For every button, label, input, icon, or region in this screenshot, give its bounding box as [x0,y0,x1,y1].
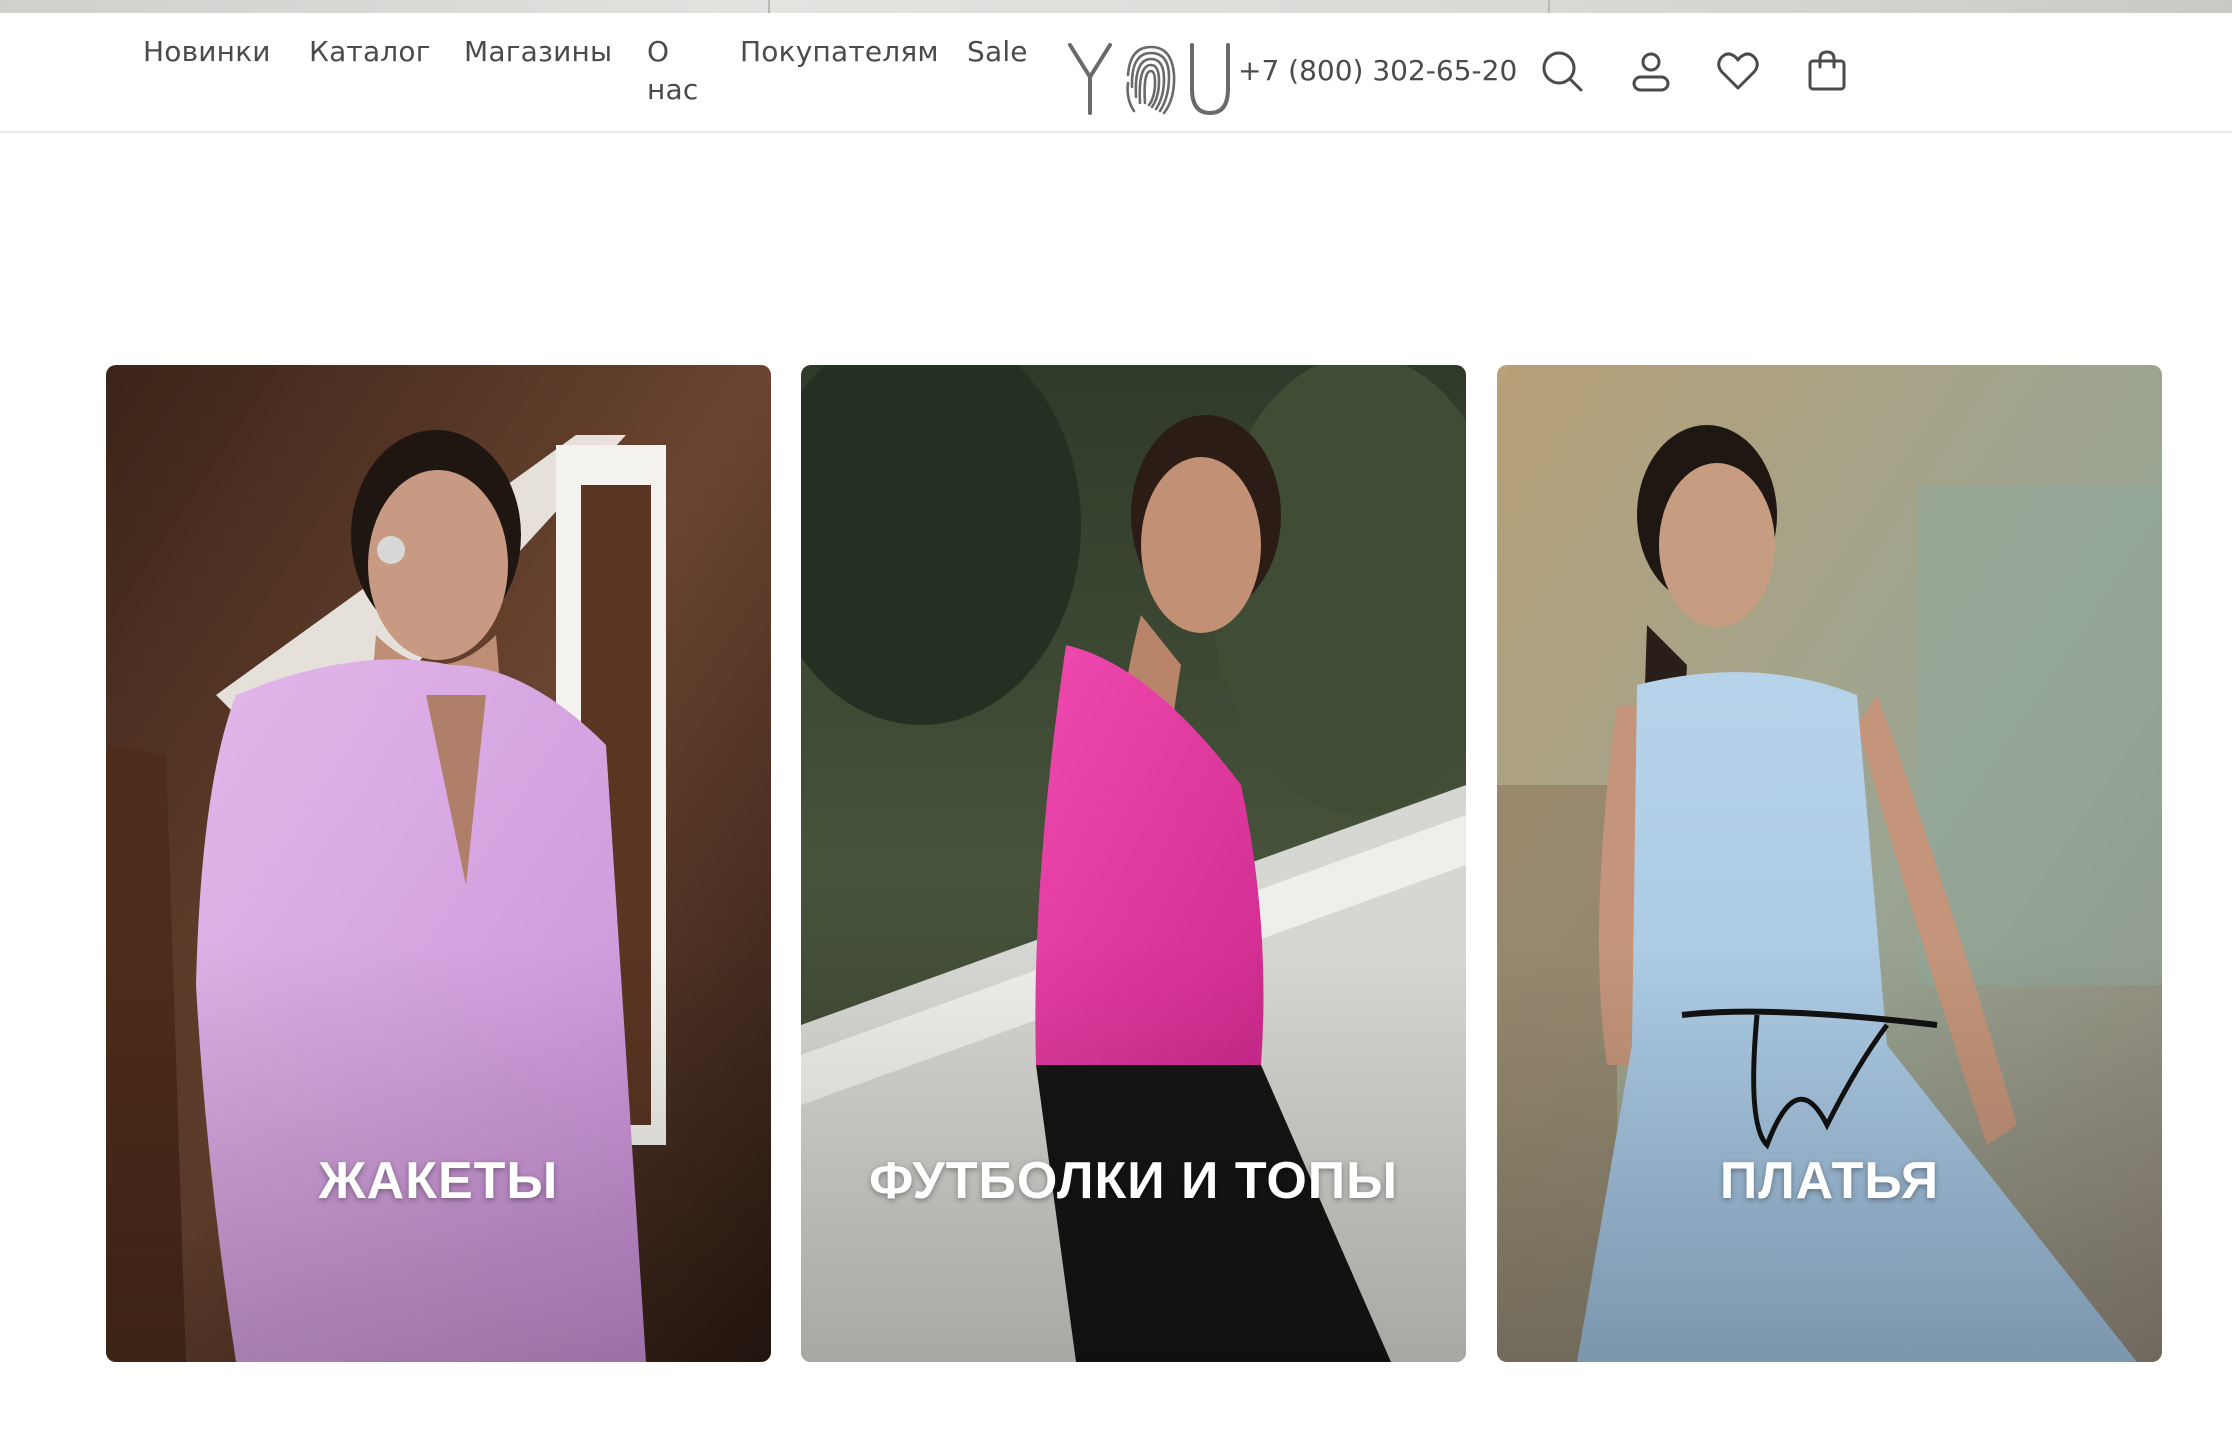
favorites-icon[interactable] [1714,47,1762,95]
category-card-jackets[interactable]: ЖАКЕТЫ [106,365,771,1362]
category-card-tshirts-tops[interactable]: ФУТБОЛКИ И ТОПЫ [801,365,1466,1362]
nav-stores[interactable]: Магазины [464,33,612,71]
brand-logo[interactable] [1068,37,1234,117]
nav-about-us[interactable]: О нас [647,33,707,109]
cart-icon[interactable] [1803,47,1851,95]
phone-number[interactable]: +7 (800) 302-65-20 [1238,53,1517,89]
site-header: Новинки Каталог Магазины О нас Покупател… [0,13,2232,133]
account-icon[interactable] [1627,47,1675,95]
nav-sale[interactable]: Sale [967,33,1028,71]
browser-top-strip [0,0,2232,13]
fingerprint-logo-icon [1068,43,1230,116]
nav-for-customers[interactable]: Покупателям [740,33,939,71]
category-label-tshirts-tops: ФУТБОЛКИ И ТОПЫ [868,1152,1399,1210]
category-card-dresses[interactable]: ПЛАТЬЯ [1497,365,2162,1362]
search-icon[interactable] [1538,47,1586,95]
nav-catalog[interactable]: Каталог [309,33,431,71]
nav-new-arrivals[interactable]: Новинки [143,33,271,71]
category-label-jackets: ЖАКЕТЫ [318,1152,559,1210]
category-label-dresses: ПЛАТЬЯ [1719,1152,1940,1210]
